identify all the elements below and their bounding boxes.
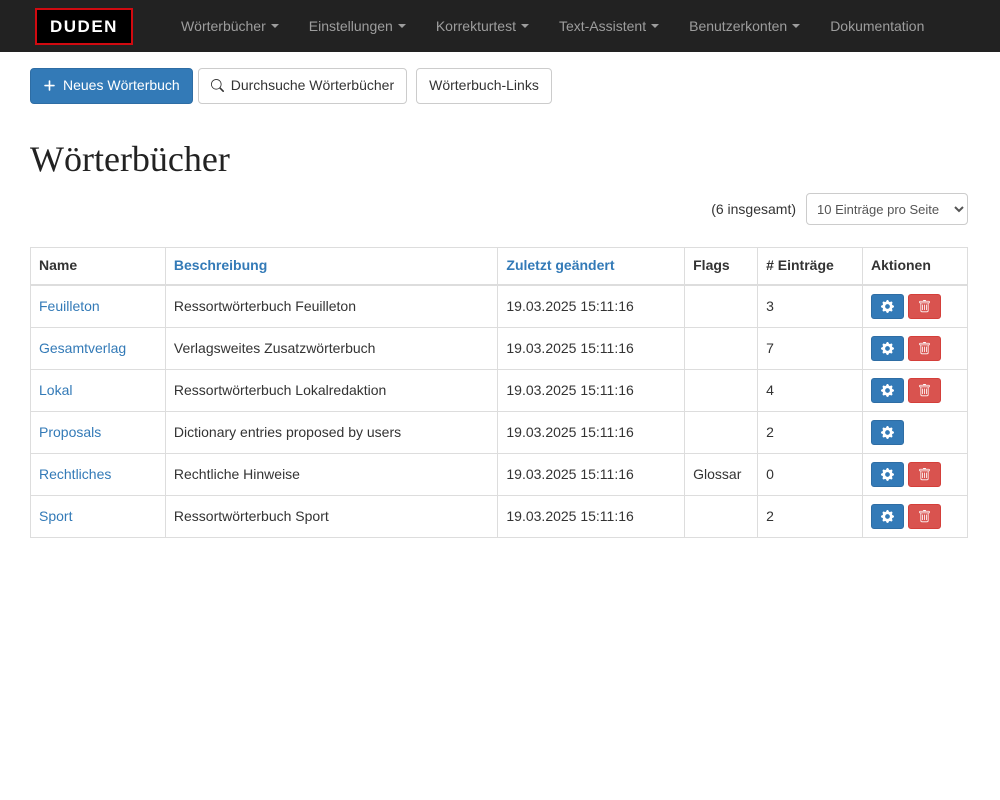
header-entries: # Einträge: [758, 248, 863, 285]
nav-item-text-assistent[interactable]: Text-Assistent: [544, 0, 674, 52]
entries-cell: 7: [758, 328, 863, 370]
action-toolbar: Neues Wörterbuch Durchsuche Wörterbücher…: [30, 68, 970, 104]
gear-icon: [881, 342, 894, 355]
table-row: Gesamtverlag Verlagsweites Zusatzwörterb…: [31, 328, 968, 370]
dictionary-table: Name Beschreibung Zuletzt geändert Flags…: [30, 247, 968, 538]
new-dictionary-button[interactable]: Neues Wörterbuch: [30, 68, 193, 104]
dictionary-table-body: Feuilleton Ressortwörterbuch Feuilleton …: [31, 285, 968, 538]
header-zuletzt-geaendert-sort-link[interactable]: Zuletzt geändert: [506, 257, 614, 273]
search-icon: [211, 79, 224, 92]
dictionary-links-button[interactable]: Wörterbuch-Links: [416, 68, 552, 104]
dictionary-link[interactable]: Lokal: [39, 382, 72, 398]
delete-button[interactable]: [908, 462, 941, 487]
flags-cell: [685, 496, 758, 538]
entries-cell: 2: [758, 412, 863, 454]
header-beschreibung-sort-link[interactable]: Beschreibung: [174, 257, 267, 273]
page-title: Wörterbücher: [30, 140, 970, 180]
description-cell: Dictionary entries proposed by users: [165, 412, 497, 454]
trash-icon: [918, 342, 931, 355]
delete-button[interactable]: [908, 336, 941, 361]
header-flags: Flags: [685, 248, 758, 285]
gear-icon: [881, 426, 894, 439]
flags-cell: Glossar: [685, 454, 758, 496]
entries-cell: 4: [758, 370, 863, 412]
nav-item-benutzerkonten[interactable]: Benutzerkonten: [674, 0, 815, 52]
flags-cell: [685, 412, 758, 454]
dictionary-link[interactable]: Feuilleton: [39, 298, 100, 314]
header-aktionen: Aktionen: [863, 248, 968, 285]
trash-icon: [918, 468, 931, 481]
modified-cell: 19.03.2025 15:11:16: [498, 328, 685, 370]
settings-button[interactable]: [871, 504, 904, 529]
settings-button[interactable]: [871, 378, 904, 403]
trash-icon: [918, 510, 931, 523]
delete-button[interactable]: [908, 504, 941, 529]
dictionary-link[interactable]: Sport: [39, 508, 72, 524]
chevron-down-icon: [271, 24, 279, 28]
list-controls: (6 insgesamt) 10 Einträge pro Seite: [30, 193, 968, 225]
description-cell: Ressortwörterbuch Feuilleton: [165, 285, 497, 328]
trash-icon: [918, 384, 931, 397]
nav-item-woerterbuecher[interactable]: Wörterbücher: [166, 0, 294, 52]
search-dictionaries-button[interactable]: Durchsuche Wörterbücher: [198, 68, 407, 104]
total-count-label: (6 insgesamt): [711, 201, 796, 217]
gear-icon: [881, 384, 894, 397]
plus-icon: [43, 79, 56, 92]
entries-cell: 0: [758, 454, 863, 496]
gear-icon: [881, 510, 894, 523]
entries-cell: 3: [758, 285, 863, 328]
table-row: Feuilleton Ressortwörterbuch Feuilleton …: [31, 285, 968, 328]
flags-cell: [685, 285, 758, 328]
modified-cell: 19.03.2025 15:11:16: [498, 412, 685, 454]
description-cell: Rechtliche Hinweise: [165, 454, 497, 496]
settings-button[interactable]: [871, 294, 904, 319]
dictionary-link[interactable]: Rechtliches: [39, 466, 111, 482]
table-row: Rechtliches Rechtliche Hinweise 19.03.20…: [31, 454, 968, 496]
description-cell: Ressortwörterbuch Sport: [165, 496, 497, 538]
table-row: Lokal Ressortwörterbuch Lokalredaktion 1…: [31, 370, 968, 412]
flags-cell: [685, 328, 758, 370]
per-page-select[interactable]: 10 Einträge pro Seite: [806, 193, 968, 225]
chevron-down-icon: [651, 24, 659, 28]
brand-logo[interactable]: DUDEN: [35, 8, 133, 45]
modified-cell: 19.03.2025 15:11:16: [498, 370, 685, 412]
chevron-down-icon: [792, 24, 800, 28]
entries-cell: 2: [758, 496, 863, 538]
settings-button[interactable]: [871, 336, 904, 361]
chevron-down-icon: [521, 24, 529, 28]
modified-cell: 19.03.2025 15:11:16: [498, 285, 685, 328]
gear-icon: [881, 300, 894, 313]
dictionary-link[interactable]: Proposals: [39, 424, 101, 440]
trash-icon: [918, 300, 931, 313]
delete-button[interactable]: [908, 378, 941, 403]
delete-button[interactable]: [908, 294, 941, 319]
settings-button[interactable]: [871, 420, 904, 445]
nav-item-dokumentation[interactable]: Dokumentation: [815, 0, 939, 52]
modified-cell: 19.03.2025 15:11:16: [498, 496, 685, 538]
table-row: Proposals Dictionary entries proposed by…: [31, 412, 968, 454]
settings-button[interactable]: [871, 462, 904, 487]
description-cell: Ressortwörterbuch Lokalredaktion: [165, 370, 497, 412]
table-row: Sport Ressortwörterbuch Sport 19.03.2025…: [31, 496, 968, 538]
gear-icon: [881, 468, 894, 481]
brand-text: DUDEN: [50, 17, 118, 36]
main-nav: Wörterbücher Einstellungen Korrekturtest…: [166, 0, 939, 52]
modified-cell: 19.03.2025 15:11:16: [498, 454, 685, 496]
description-cell: Verlagsweites Zusatzwörterbuch: [165, 328, 497, 370]
flags-cell: [685, 370, 758, 412]
dictionary-link[interactable]: Gesamtverlag: [39, 340, 126, 356]
nav-item-korrekturtest[interactable]: Korrekturtest: [421, 0, 544, 52]
chevron-down-icon: [398, 24, 406, 28]
top-navbar: DUDEN Wörterbücher Einstellungen Korrekt…: [0, 0, 1000, 52]
nav-item-einstellungen[interactable]: Einstellungen: [294, 0, 421, 52]
header-name[interactable]: Name: [31, 248, 166, 285]
table-header-row: Name Beschreibung Zuletzt geändert Flags…: [31, 248, 968, 285]
